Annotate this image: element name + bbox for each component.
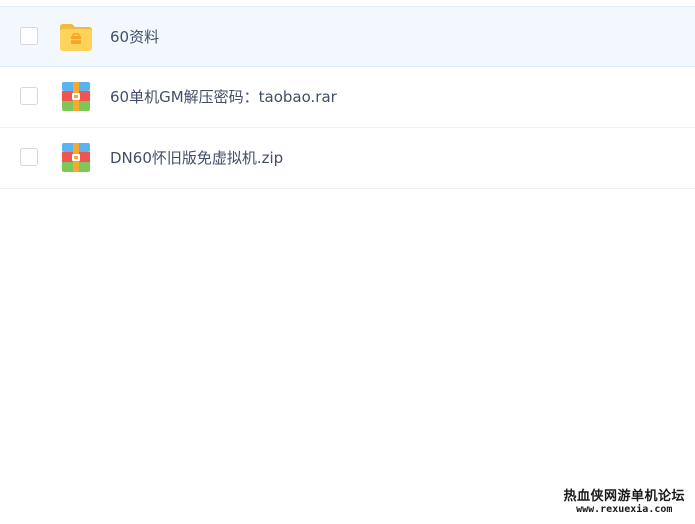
folder-icon: [58, 19, 94, 55]
file-row-archive[interactable]: DN60怀旧版免虚拟机.zip: [0, 128, 695, 189]
archive-zip-icon: [58, 140, 94, 176]
file-row-archive[interactable]: 60单机GM解压密码：taobao.rar: [0, 67, 695, 128]
watermark-url: www.rexuexia.com: [576, 504, 673, 515]
file-list: 60资料 60单机GM解压密码：taobao.rar DN60怀旧版免虚拟机.z…: [0, 6, 695, 189]
row-checkbox[interactable]: [20, 87, 38, 105]
file-name[interactable]: DN60怀旧版免虚拟机.zip: [110, 147, 283, 169]
file-name[interactable]: 60资料: [110, 26, 159, 48]
file-row-folder[interactable]: 60资料: [0, 6, 695, 67]
file-name[interactable]: 60单机GM解压密码：taobao.rar: [110, 86, 337, 108]
row-checkbox[interactable]: [20, 26, 38, 45]
archive-rar-icon: [58, 79, 94, 115]
row-checkbox[interactable]: [20, 148, 38, 166]
watermark: 热血侠网游单机论坛 www.rexuexia.com: [563, 489, 685, 516]
watermark-title: 热血侠网游单机论坛: [563, 489, 685, 504]
